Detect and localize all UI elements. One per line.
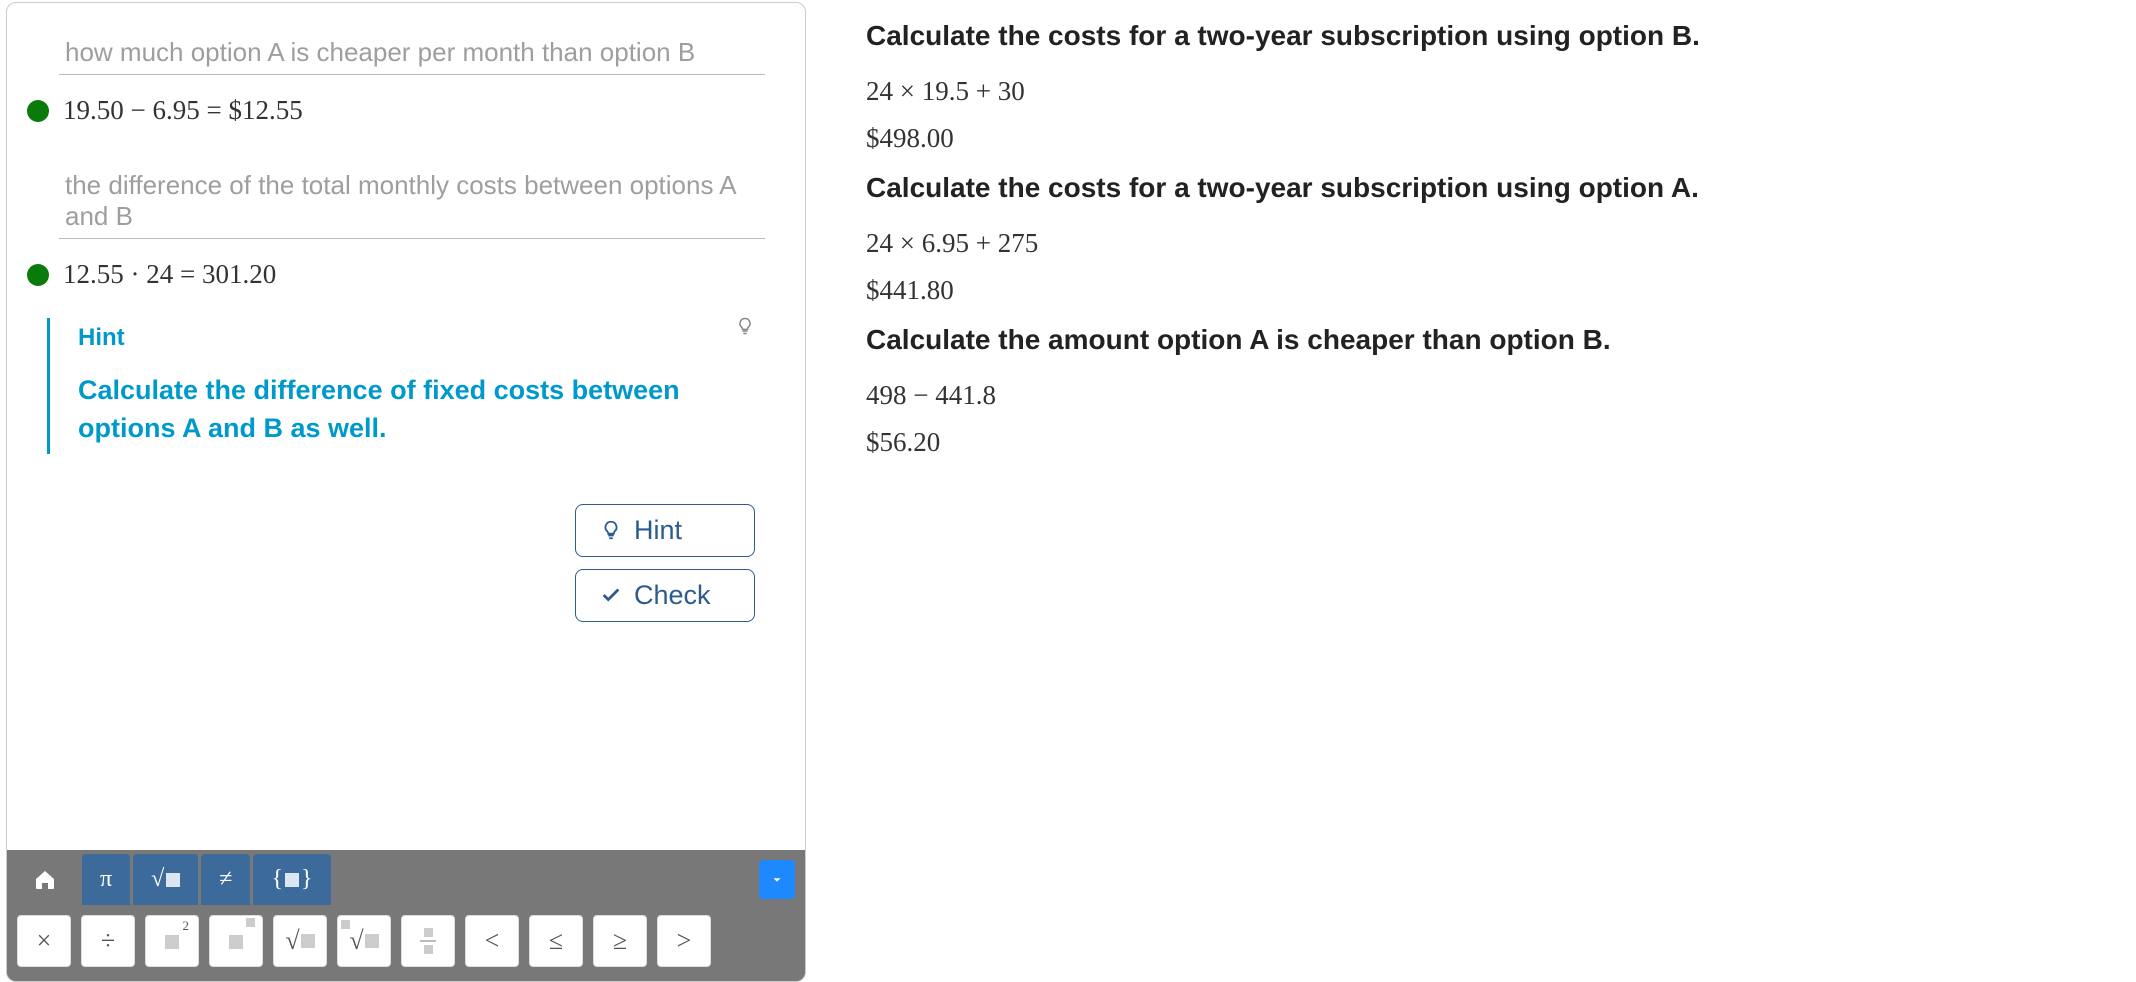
hint-title: Hint (78, 324, 705, 352)
sol-2-line-1: 24 × 6.95 + 275 (866, 228, 2096, 259)
toolbar-dropdown[interactable] (759, 860, 795, 899)
tab-pi[interactable]: π (82, 854, 130, 905)
home-icon (33, 868, 57, 892)
check-button-label: Check (634, 580, 711, 611)
step-2: the difference of the total monthly cost… (27, 166, 765, 454)
hint-button-label: Hint (634, 515, 682, 546)
chevron-down-icon (770, 873, 784, 887)
sol-1-line-2: $498.00 (866, 123, 2096, 154)
key-fraction-label (420, 928, 436, 954)
key-power-label (229, 926, 243, 956)
bulb-icon (600, 519, 622, 541)
tab-set[interactable]: {} (253, 854, 330, 905)
toolbar-tab-row: π √ ≠ {} (7, 850, 805, 905)
key-ge[interactable]: ≥ (593, 915, 647, 967)
sol-2-line-2: $441.80 (866, 275, 2096, 306)
step-1: how much option A is cheaper per month t… (27, 33, 765, 126)
check-button[interactable]: Check (575, 569, 755, 622)
key-ge-label: ≥ (613, 926, 627, 956)
key-lt-label: < (485, 926, 500, 956)
key-sqrt[interactable]: √ (273, 915, 327, 967)
toolbar-spacer (334, 854, 756, 905)
key-nroot[interactable]: √ (337, 915, 391, 967)
tab-sqrt[interactable]: √ (133, 854, 198, 905)
sol-1-line-1: 24 × 19.5 + 30 (866, 76, 2096, 107)
sol-heading-1: Calculate the costs for a two-year subsc… (866, 20, 2096, 52)
status-bullet-correct (27, 264, 49, 286)
step-1-label[interactable]: how much option A is cheaper per month t… (59, 33, 765, 75)
tab-sqrt-label: √ (151, 866, 180, 893)
answer-panel: how much option A is cheaper per month t… (6, 2, 806, 982)
key-lt[interactable]: < (465, 915, 519, 967)
step-1-row: 19.50 − 6.95 = $12.55 (27, 95, 765, 126)
sol-3-line-1: 498 − 441.8 (866, 380, 2096, 411)
key-multiply-label: × (37, 926, 52, 956)
hint-text: Calculate the difference of fixed costs … (78, 372, 705, 448)
tab-pi-label: π (100, 866, 112, 893)
key-fraction[interactable] (401, 915, 455, 967)
tab-neq-label: ≠ (219, 866, 232, 893)
sol-3-line-2: $56.20 (866, 427, 2096, 458)
hint-box: Hint Calculate the difference of fixed c… (47, 318, 765, 454)
key-square[interactable]: 2 (145, 915, 199, 967)
key-sqrt-label: √ (285, 926, 314, 956)
step-2-math: 12.55 · 24 = 301.20 (63, 259, 276, 290)
key-le-label: ≤ (549, 926, 563, 956)
status-bullet-correct (27, 100, 49, 122)
step-2-row: 12.55 · 24 = 301.20 (27, 259, 765, 290)
key-power[interactable] (209, 915, 263, 967)
home-button[interactable] (11, 854, 79, 905)
toolbar-key-row: × ÷ 2 √ √ (7, 905, 805, 981)
step-1-math: 19.50 − 6.95 = $12.55 (63, 95, 303, 126)
step-2-label[interactable]: the difference of the total monthly cost… (59, 166, 765, 239)
action-buttons: Hint Check (27, 504, 755, 622)
key-square-label: 2 (165, 926, 179, 956)
key-gt-label: > (677, 926, 692, 956)
work-area: how much option A is cheaper per month t… (7, 3, 805, 850)
solution-panel: Calculate the costs for a two-year subsc… (866, 0, 2136, 982)
tab-neq[interactable]: ≠ (201, 854, 250, 905)
key-divide-label: ÷ (101, 926, 115, 956)
hint-button[interactable]: Hint (575, 504, 755, 557)
math-toolbar: π √ ≠ {} × ÷ 2 (7, 850, 805, 981)
sol-heading-2: Calculate the costs for a two-year subsc… (866, 172, 2096, 204)
sol-heading-3: Calculate the amount option A is cheaper… (866, 324, 2096, 356)
tab-set-label: {} (271, 866, 312, 893)
bulb-icon (735, 316, 755, 341)
key-nroot-label: √ (349, 926, 378, 956)
key-multiply[interactable]: × (17, 915, 71, 967)
key-divide[interactable]: ÷ (81, 915, 135, 967)
key-le[interactable]: ≤ (529, 915, 583, 967)
key-gt[interactable]: > (657, 915, 711, 967)
check-icon (600, 584, 622, 606)
